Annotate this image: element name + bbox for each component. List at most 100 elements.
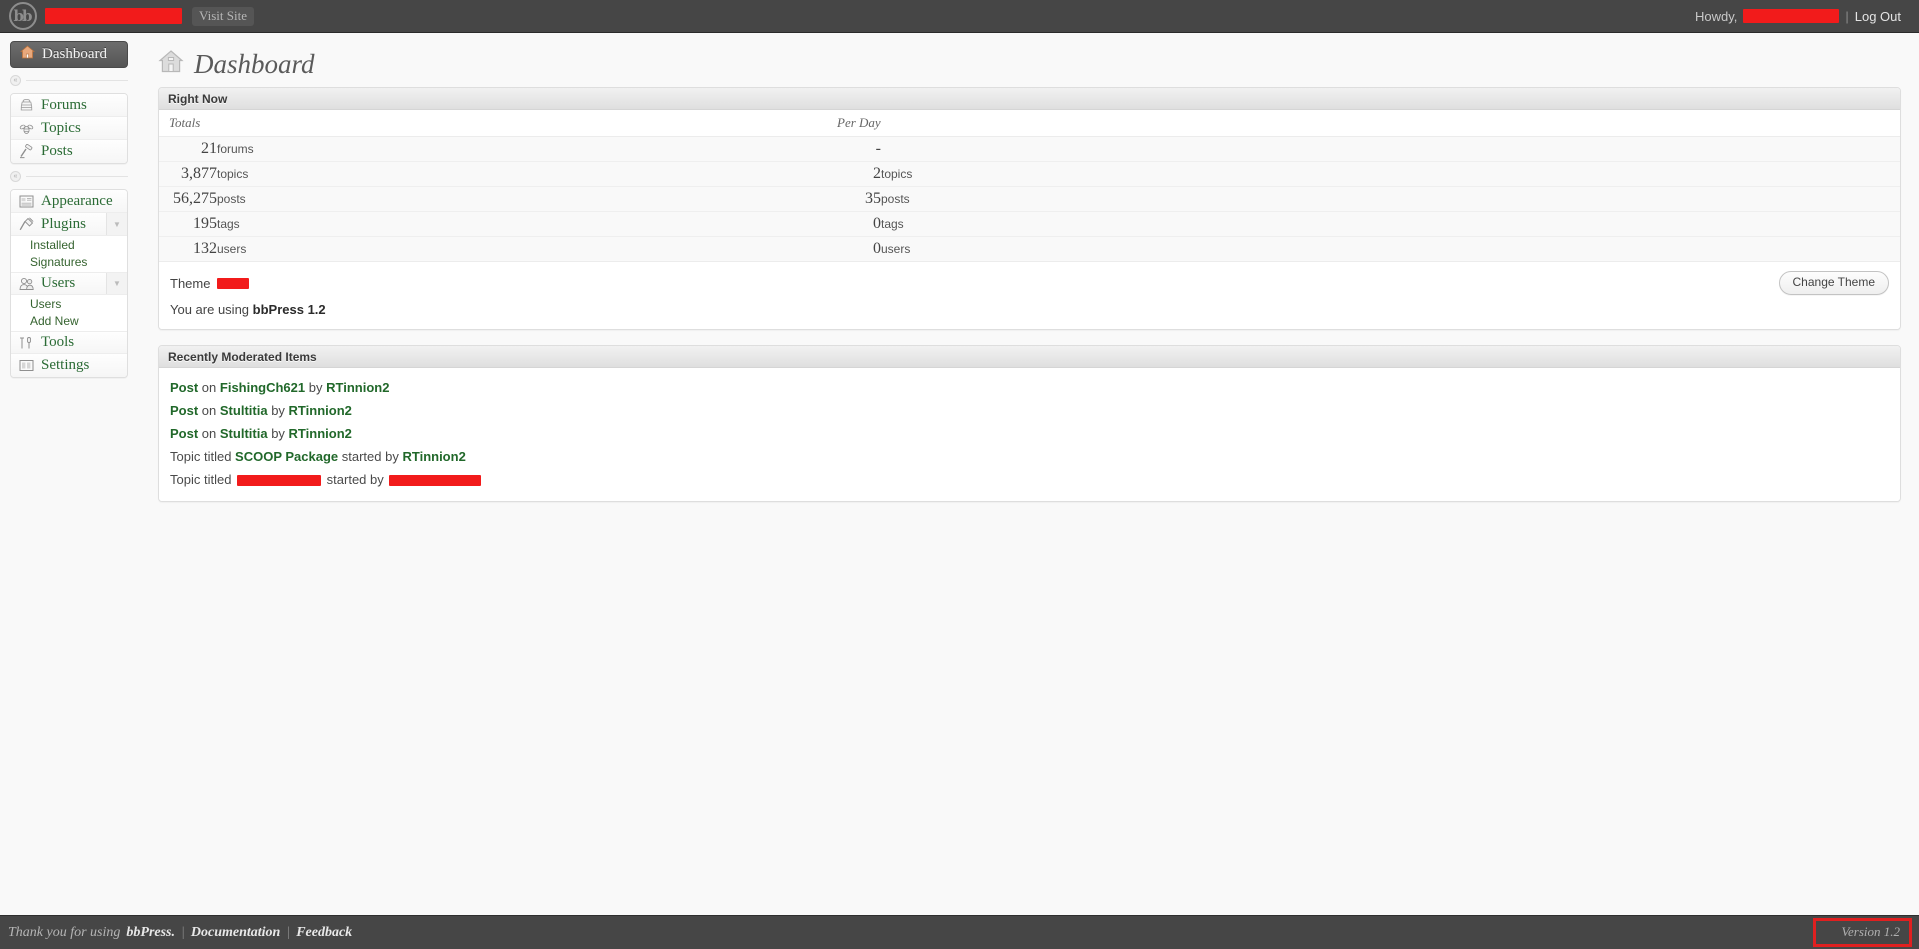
version-notice: You are using bbPress 1.2 — [159, 297, 1900, 329]
list-item: Post on FishingCh621 by RTinnion2 — [159, 376, 1900, 399]
item-author-redacted[interactable] — [389, 475, 482, 487]
recently-moderated-panel-title: Recently Moderated Items — [159, 346, 1900, 368]
sidebar-item-users[interactable]: Users ▼ — [11, 272, 127, 295]
sidebar-item-label: Tools — [41, 334, 75, 350]
total-value: 21 — [159, 136, 217, 162]
item-kind-link[interactable]: Post — [170, 403, 198, 418]
version-notice-value: bbPress 1.2 — [252, 302, 326, 317]
item-author-link[interactable]: RTinnion2 — [402, 449, 465, 464]
sidebar-item-tools[interactable]: Tools — [11, 331, 127, 354]
item-mid-label: on — [201, 403, 217, 418]
sidebar-group-content: Forums Topics Posts — [10, 93, 128, 164]
total-label: posts — [217, 186, 837, 212]
home-icon — [158, 49, 184, 79]
sidebar-item-label: Posts — [41, 143, 73, 159]
version-notice-prefix: You are using — [170, 302, 250, 317]
per-day-label: users — [881, 236, 1900, 262]
item-mid-label: on — [201, 426, 217, 441]
sidebar-item-label: Appearance — [41, 192, 113, 209]
topics-icon — [18, 120, 35, 136]
list-item: Post on Stultitia by RTinnion2 — [159, 422, 1900, 445]
item-by-label: by — [271, 426, 285, 441]
right-now-stats-table: Totals Per Day 21 forums - 3,877 topics … — [159, 110, 1900, 262]
documentation-link[interactable]: Documentation — [191, 925, 280, 941]
sidebar-item-topics[interactable]: Topics — [11, 117, 127, 140]
sidebar-group-admin: Appearance Plugins ▼ Installed Signature… — [10, 189, 128, 378]
item-author-link[interactable]: RTinnion2 — [289, 403, 352, 418]
total-label: users — [217, 236, 837, 262]
sidebar-item-label: Plugins — [41, 215, 87, 232]
item-by-label: by — [308, 380, 323, 395]
table-row[interactable]: 132 users 0 users — [159, 236, 1900, 262]
page-header: Dashboard — [150, 41, 1909, 87]
table-row[interactable]: 3,877 topics 2 topics — [159, 161, 1900, 187]
right-now-panel-title: Right Now — [159, 88, 1900, 110]
sidebar-item-appearance[interactable]: Appearance — [11, 190, 127, 213]
per-day-value: 0 — [837, 211, 881, 237]
total-value: 195 — [159, 211, 217, 237]
sidebar-item-users-list[interactable]: Users — [11, 295, 127, 313]
recently-moderated-list: Post on FishingCh621 by RTinnion2 Post o… — [159, 368, 1900, 501]
sidebar-item-settings[interactable]: Settings — [11, 354, 127, 377]
list-item: Topic titled started by — [159, 468, 1900, 491]
submenu-users: Users Add New — [11, 295, 127, 331]
sidebar-item-plugins-signatures[interactable]: Signatures — [11, 254, 127, 272]
footer-thanks-text: Thank you for using — [8, 924, 121, 940]
item-target-link[interactable]: FishingCh621 — [220, 380, 305, 395]
per-day-value: 35 — [837, 186, 881, 212]
collapse-chevron-icon[interactable]: « — [10, 171, 21, 182]
footer: Thank you for using bbPress. | Documenta… — [0, 915, 1919, 949]
bbpress-logo-icon[interactable]: bb — [9, 2, 37, 30]
item-kind-label: Topic titled — [170, 449, 232, 464]
item-kind-link[interactable]: Post — [170, 426, 198, 441]
chevron-down-icon[interactable]: ▼ — [106, 213, 127, 235]
settings-icon — [18, 358, 35, 374]
chevron-down-icon[interactable]: ▼ — [106, 273, 127, 294]
sidebar-item-dashboard[interactable]: Dashboard — [10, 41, 128, 68]
sidebar-item-users-add-new[interactable]: Add New — [11, 313, 127, 331]
item-kind-label: Topic titled — [170, 472, 232, 487]
total-value: 132 — [159, 236, 217, 262]
sidebar-item-label: Forums — [41, 96, 87, 113]
per-day-value: 2 — [837, 161, 881, 187]
site-name-redacted[interactable] — [45, 8, 182, 24]
collapse-chevron-icon[interactable]: « — [10, 75, 21, 86]
per-day-label: topics — [881, 161, 1900, 187]
submenu-plugins: Installed Signatures — [11, 236, 127, 272]
users-icon — [18, 276, 35, 292]
item-kind-link[interactable]: Post — [170, 380, 198, 395]
version-badge: Version 1.2 — [1812, 918, 1912, 947]
table-row[interactable]: 195 tags 0 tags — [159, 211, 1900, 237]
item-target-redacted[interactable] — [237, 475, 322, 487]
page-title: Dashboard — [194, 48, 315, 79]
per-day-label: tags — [881, 211, 1900, 237]
sidebar-item-label: Topics — [41, 119, 81, 136]
sidebar-item-plugins-installed[interactable]: Installed — [11, 236, 127, 254]
list-item: Topic titled SCOOP Package started by RT… — [159, 445, 1900, 468]
sidebar-collapse-divider-2: « — [10, 170, 128, 183]
table-row[interactable]: 56,275 posts 35 posts — [159, 186, 1900, 212]
item-by-label: started by — [326, 472, 384, 487]
item-author-link[interactable]: RTinnion2 — [326, 380, 389, 395]
feedback-link[interactable]: Feedback — [296, 925, 352, 941]
posts-icon — [18, 144, 35, 160]
change-theme-button[interactable]: Change Theme — [1778, 271, 1889, 295]
sidebar-item-forums[interactable]: Forums — [11, 94, 127, 117]
sidebar-item-plugins[interactable]: Plugins ▼ — [11, 213, 127, 236]
list-item: Post on Stultitia by RTinnion2 — [159, 399, 1900, 422]
username-redacted[interactable] — [1743, 9, 1840, 23]
log-out-link[interactable]: Log Out — [1855, 9, 1901, 24]
right-now-panel: Right Now Totals Per Day 21 forums - 3,8… — [158, 87, 1901, 330]
column-header-totals: Totals — [159, 110, 837, 137]
table-row[interactable]: 21 forums - — [159, 136, 1900, 162]
appearance-icon — [18, 193, 35, 209]
admin-bar-right: Howdy, | Log Out — [1695, 9, 1901, 24]
item-target-link[interactable]: Stultitia — [220, 403, 268, 418]
total-label: topics — [217, 161, 837, 187]
item-target-link[interactable]: SCOOP Package — [235, 449, 338, 464]
item-target-link[interactable]: Stultitia — [220, 426, 268, 441]
total-value: 3,877 — [159, 161, 217, 187]
visit-site-button[interactable]: Visit Site — [192, 6, 254, 26]
sidebar-item-posts[interactable]: Posts — [11, 140, 127, 163]
item-author-link[interactable]: RTinnion2 — [289, 426, 352, 441]
